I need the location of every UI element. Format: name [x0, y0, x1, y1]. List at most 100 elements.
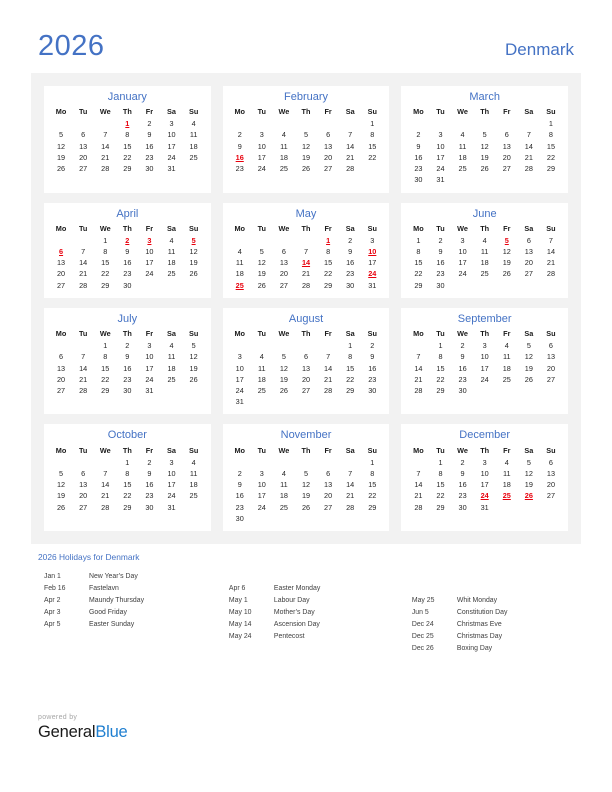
day-cell[interactable]: 13: [50, 363, 72, 374]
day-cell[interactable]: 12: [496, 247, 518, 258]
day-cell[interactable]: 30: [229, 513, 251, 524]
day-cell[interactable]: 31: [429, 175, 451, 186]
day-cell[interactable]: 30: [339, 280, 361, 291]
day-cell[interactable]: 23: [361, 374, 383, 385]
day-cell[interactable]: 27: [317, 164, 339, 175]
day-cell-holiday[interactable]: 5: [496, 235, 518, 246]
day-cell[interactable]: 27: [273, 280, 295, 291]
day-cell[interactable]: 24: [138, 269, 160, 280]
day-cell[interactable]: 2: [452, 341, 474, 352]
day-cell[interactable]: 16: [452, 480, 474, 491]
day-cell[interactable]: 16: [407, 152, 429, 163]
day-cell[interactable]: 15: [540, 141, 562, 152]
day-cell[interactable]: 6: [72, 130, 94, 141]
day-cell[interactable]: 11: [229, 258, 251, 269]
day-cell[interactable]: 21: [339, 491, 361, 502]
day-cell[interactable]: 11: [496, 468, 518, 479]
day-cell[interactable]: 12: [50, 480, 72, 491]
day-cell[interactable]: 9: [339, 247, 361, 258]
day-cell[interactable]: 7: [518, 130, 540, 141]
day-cell[interactable]: 31: [160, 164, 182, 175]
day-cell[interactable]: 22: [429, 374, 451, 385]
day-cell[interactable]: 13: [295, 363, 317, 374]
day-cell[interactable]: 3: [452, 235, 474, 246]
day-cell[interactable]: 18: [452, 152, 474, 163]
day-cell[interactable]: 16: [361, 363, 383, 374]
day-cell-holiday[interactable]: 16: [229, 152, 251, 163]
day-cell[interactable]: 25: [273, 164, 295, 175]
day-cell[interactable]: 1: [361, 119, 383, 130]
day-cell[interactable]: 26: [496, 269, 518, 280]
day-cell[interactable]: 30: [116, 280, 138, 291]
day-cell[interactable]: 9: [138, 130, 160, 141]
day-cell[interactable]: 23: [407, 164, 429, 175]
day-cell[interactable]: 7: [72, 352, 94, 363]
day-cell[interactable]: 11: [273, 480, 295, 491]
day-cell[interactable]: 1: [429, 457, 451, 468]
day-cell[interactable]: 18: [496, 480, 518, 491]
day-cell[interactable]: 12: [518, 352, 540, 363]
day-cell[interactable]: 4: [496, 341, 518, 352]
day-cell[interactable]: 24: [474, 374, 496, 385]
day-cell[interactable]: 30: [429, 280, 451, 291]
day-cell[interactable]: 31: [361, 280, 383, 291]
day-cell[interactable]: 2: [229, 130, 251, 141]
day-cell[interactable]: 4: [273, 130, 295, 141]
day-cell[interactable]: 10: [474, 352, 496, 363]
day-cell-holiday[interactable]: 24: [474, 491, 496, 502]
day-cell[interactable]: 18: [474, 258, 496, 269]
day-cell[interactable]: 24: [160, 491, 182, 502]
day-cell[interactable]: 22: [361, 152, 383, 163]
day-cell[interactable]: 24: [229, 386, 251, 397]
day-cell[interactable]: 1: [540, 119, 562, 130]
day-cell-holiday[interactable]: 1: [116, 119, 138, 130]
day-cell[interactable]: 7: [94, 130, 116, 141]
day-cell[interactable]: 19: [295, 491, 317, 502]
day-cell[interactable]: 22: [116, 152, 138, 163]
day-cell[interactable]: 29: [317, 280, 339, 291]
day-cell[interactable]: 29: [407, 280, 429, 291]
month-card-december[interactable]: December Mo Tu We Th Fr Sa Su 1 2 3 4 5 6 7 8 9 10 11 12 13 1…: [401, 424, 569, 531]
day-cell[interactable]: 23: [452, 374, 474, 385]
day-cell[interactable]: 20: [496, 152, 518, 163]
day-cell[interactable]: 14: [94, 480, 116, 491]
day-cell[interactable]: 14: [72, 258, 94, 269]
day-cell[interactable]: 21: [339, 152, 361, 163]
day-cell[interactable]: 29: [116, 502, 138, 513]
day-cell[interactable]: 3: [160, 119, 182, 130]
day-cell[interactable]: 14: [339, 141, 361, 152]
day-cell[interactable]: 2: [361, 341, 383, 352]
day-cell[interactable]: 12: [50, 141, 72, 152]
day-cell[interactable]: 24: [452, 269, 474, 280]
day-cell[interactable]: 15: [429, 480, 451, 491]
day-cell[interactable]: 4: [474, 235, 496, 246]
day-cell[interactable]: 15: [361, 141, 383, 152]
day-cell[interactable]: 13: [540, 468, 562, 479]
day-cell[interactable]: 20: [317, 152, 339, 163]
day-cell[interactable]: 9: [229, 141, 251, 152]
day-cell[interactable]: 13: [317, 141, 339, 152]
day-cell[interactable]: 22: [94, 269, 116, 280]
day-cell[interactable]: 17: [229, 374, 251, 385]
day-cell[interactable]: 9: [138, 468, 160, 479]
day-cell[interactable]: 20: [295, 374, 317, 385]
day-cell[interactable]: 17: [452, 258, 474, 269]
day-cell[interactable]: 20: [317, 491, 339, 502]
day-cell[interactable]: 12: [183, 247, 205, 258]
day-cell-holiday[interactable]: 6: [50, 247, 72, 258]
day-cell[interactable]: 29: [94, 280, 116, 291]
day-cell[interactable]: 4: [160, 341, 182, 352]
day-cell[interactable]: 25: [251, 386, 273, 397]
day-cell[interactable]: 19: [295, 152, 317, 163]
day-cell[interactable]: 2: [407, 130, 429, 141]
day-cell[interactable]: 3: [229, 352, 251, 363]
day-cell[interactable]: 6: [50, 352, 72, 363]
day-cell[interactable]: 8: [429, 468, 451, 479]
month-card-may[interactable]: May Mo Tu We Th Fr Sa Su 1 2 3 4 5 6 7 8 9 10 11 12 13 14 15 16…: [222, 202, 390, 298]
day-cell[interactable]: 7: [540, 235, 562, 246]
day-cell[interactable]: 19: [251, 269, 273, 280]
month-card-march[interactable]: March Mo Tu We Th Fr Sa Su 1 2 3 4 5 6 7 8 9 10 11 12 13 14 15…: [401, 86, 569, 193]
day-cell[interactable]: 25: [160, 269, 182, 280]
day-cell[interactable]: 19: [50, 491, 72, 502]
day-cell[interactable]: 16: [229, 491, 251, 502]
